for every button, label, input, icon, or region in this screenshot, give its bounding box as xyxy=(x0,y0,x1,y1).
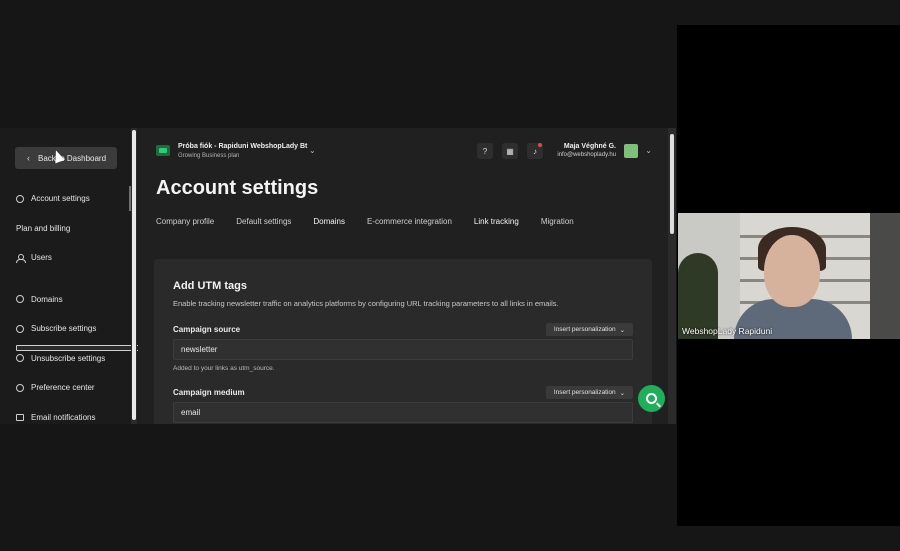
sidebar-item-unsubscribe-settings[interactable]: Unsubscribe settings xyxy=(0,344,131,374)
chevron-down-icon: ⌄ xyxy=(619,389,626,397)
participant-face xyxy=(764,235,820,307)
user-email: info@webshoplady.hu xyxy=(557,152,616,158)
globe-icon xyxy=(16,295,24,304)
sidebar-item-preference-center[interactable]: Preference center xyxy=(0,373,131,403)
sidebar-scrollbar[interactable] xyxy=(131,128,137,424)
main-scrollbar-thumb[interactable] xyxy=(670,134,674,234)
campaign-source-input[interactable]: newsletter xyxy=(173,339,633,360)
notification-dot xyxy=(538,143,542,147)
help-icon[interactable]: ? xyxy=(477,143,493,159)
search-fab-button[interactable] xyxy=(638,385,665,412)
gear-icon xyxy=(16,194,24,203)
chevron-down-icon[interactable]: ⌄ xyxy=(309,146,316,155)
campaign-medium-label: Campaign medium xyxy=(173,388,245,397)
utm-tags-card: Add UTM tags Enable tracking newsletter … xyxy=(154,259,652,424)
sidebar-item-label: Users xyxy=(31,253,52,263)
avatar[interactable] xyxy=(624,144,638,158)
account-logo-icon xyxy=(156,145,170,156)
sidebar-item-label: Unsubscribe settings xyxy=(31,353,106,363)
insert-personalization-label: Insert personalization xyxy=(553,326,616,333)
tab-ecommerce-integration[interactable]: E-commerce integration xyxy=(367,217,452,226)
utm-card-title: Add UTM tags xyxy=(173,280,247,292)
sidebar-item-label: Email notifications xyxy=(31,412,96,422)
shared-screen: ‹ Back to Dashboard Account settings Pla… xyxy=(0,128,676,424)
main-content: Próba fiók - Rapiduni WebshopLady Bt Gro… xyxy=(138,128,668,424)
sidebar-item-label: Preference center xyxy=(31,383,95,393)
settings-sidebar: ‹ Back to Dashboard Account settings Pla… xyxy=(0,128,514,425)
campaign-source-label: Campaign source xyxy=(173,325,241,334)
back-to-dashboard-label: Back to Dashboard xyxy=(38,153,107,163)
bell-icon[interactable]: ♪ xyxy=(527,143,543,159)
sidebar-item-label: Plan and billing xyxy=(16,223,71,233)
insert-personalization-label: Insert personalization xyxy=(553,389,616,396)
sidebar-item-account-settings[interactable]: Account settings xyxy=(0,184,131,214)
utm-card-description: Enable tracking newsletter traffic on an… xyxy=(173,299,559,308)
participant-video[interactable]: WebshopLady Rapiduni xyxy=(678,213,900,339)
envelope-icon xyxy=(16,413,24,421)
tab-link-tracking[interactable]: Link tracking xyxy=(474,217,519,226)
gear-icon xyxy=(16,324,24,333)
chevron-down-icon: ⌄ xyxy=(619,326,626,334)
sidebar-item-email-notifications[interactable]: Email notifications xyxy=(0,403,131,425)
tab-default-settings[interactable]: Default settings xyxy=(236,217,291,226)
sidebar-scrollbar-thumb[interactable] xyxy=(132,130,136,420)
meeting-stage: ‹ Back to Dashboard Account settings Pla… xyxy=(0,0,900,551)
chevron-down-icon[interactable]: ⌄ xyxy=(645,146,652,155)
account-plan: Growing Business plan xyxy=(178,153,240,159)
top-bar: Próba fiók - Rapiduni WebshopLady Bt Gro… xyxy=(138,128,668,170)
sidebar-nav: Account settings Plan and billing Users … xyxy=(0,184,514,425)
insert-personalization-button[interactable]: Insert personalization ⌄ xyxy=(546,386,633,399)
tab-domains[interactable]: Domains xyxy=(313,217,345,226)
sidebar-item-users[interactable]: Users xyxy=(0,243,131,273)
settings-tabs: Company profile Default settings Domains… xyxy=(156,217,596,226)
back-to-dashboard-button[interactable]: ‹ Back to Dashboard xyxy=(15,147,117,169)
campaign-source-hint: Added to your links as utm_source. xyxy=(173,365,275,372)
participant-name-label: WebshopLady Rapiduni xyxy=(682,326,773,336)
campaign-medium-input[interactable]: email xyxy=(173,402,633,423)
sidebar-item-label: Domains xyxy=(31,294,63,304)
sidebar-item-plan-and-billing[interactable]: Plan and billing xyxy=(0,214,514,351)
tab-company-profile[interactable]: Company profile xyxy=(156,217,214,226)
search-icon xyxy=(646,393,657,404)
user-icon xyxy=(16,253,26,263)
apps-grid-icon[interactable]: ▦ xyxy=(502,143,518,159)
insert-personalization-button[interactable]: Insert personalization ⌄ xyxy=(546,323,633,336)
sidebar-item-label: Account settings xyxy=(31,194,90,204)
user-name[interactable]: Maja Véghné G. xyxy=(564,143,616,150)
chevron-left-icon: ‹ xyxy=(27,153,30,163)
sidebar-item-subscribe-settings[interactable]: Subscribe settings xyxy=(0,314,131,344)
tab-migration[interactable]: Migration xyxy=(541,217,574,226)
sidebar-item-label: Subscribe settings xyxy=(31,324,97,334)
main-scrollbar[interactable] xyxy=(668,128,676,424)
gear-icon xyxy=(16,354,24,363)
gear-icon xyxy=(16,383,24,392)
page-title: Account settings xyxy=(156,177,319,199)
sidebar-item-domains[interactable]: Domains xyxy=(0,285,131,315)
account-name[interactable]: Próba fiók - Rapiduni WebshopLady Bt xyxy=(178,143,307,150)
